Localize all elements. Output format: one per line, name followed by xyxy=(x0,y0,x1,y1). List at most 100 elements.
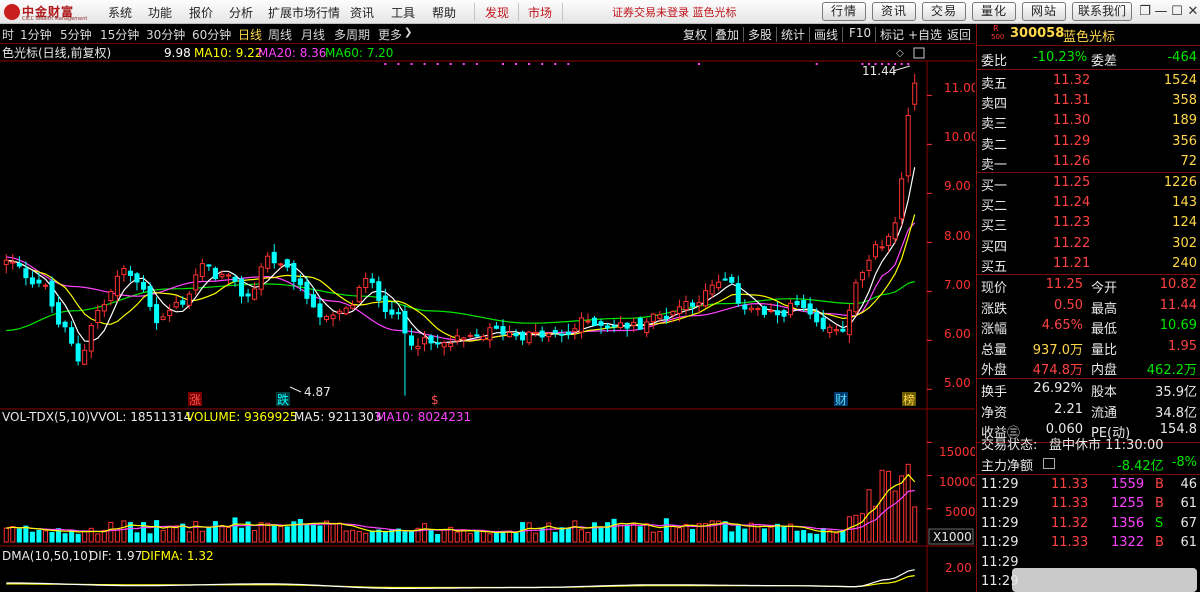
menu-help[interactable]: 帮助 xyxy=(432,4,456,21)
menu-discover[interactable]: 发现 xyxy=(485,4,509,21)
period-5min[interactable]: 5分钟 xyxy=(60,26,92,43)
ask-row[interactable]: 卖二 11.29 356 xyxy=(977,132,1200,153)
event-marker-rise[interactable]: 涨 xyxy=(189,392,201,407)
event-marker-fall[interactable]: 跌 xyxy=(277,392,289,407)
bid-row[interactable]: 买三 11.23 124 xyxy=(977,213,1200,234)
tool-stats[interactable]: 统计 xyxy=(781,26,805,43)
tick-time: 11:29 xyxy=(981,535,1019,551)
tool-back[interactable]: 返回 xyxy=(947,26,971,43)
tool-overlay[interactable]: 叠加 xyxy=(715,26,739,43)
bid-row[interactable]: 买二 11.24 143 xyxy=(977,193,1200,214)
volume-bar xyxy=(552,531,558,543)
tick-row[interactable]: 11:29 11.33 1559 B 46 xyxy=(977,475,1200,496)
signal-dot xyxy=(907,63,910,65)
stat-value: 4.65% xyxy=(1041,318,1083,333)
volume-bar xyxy=(121,520,127,543)
candle-body xyxy=(807,303,813,315)
bid-row[interactable]: 买四 11.22 302 xyxy=(977,234,1200,255)
news-button[interactable]: 资讯 xyxy=(872,2,916,21)
bid-row[interactable]: 买五 11.21 240 xyxy=(977,254,1200,275)
chevron-right-icon[interactable]: ❯ xyxy=(404,27,412,38)
ask-row[interactable]: 卖一 11.26 72 xyxy=(977,152,1200,173)
ask-row[interactable]: 卖五 11.32 1524 xyxy=(977,71,1200,92)
menu-news[interactable]: 资讯 xyxy=(350,4,374,21)
period-more[interactable]: 更多 xyxy=(378,26,402,43)
period-time[interactable]: 时 xyxy=(2,26,14,43)
tool-divider xyxy=(842,27,843,42)
menu-quote[interactable]: 报价 xyxy=(189,4,213,21)
tick-row[interactable]: 11:29 11.32 1356 S 67 xyxy=(977,514,1200,535)
ask-row[interactable]: 卖四 11.31 358 xyxy=(977,91,1200,112)
event-marker-dividend[interactable]: $ xyxy=(431,393,439,407)
event-marker-finance[interactable]: 财 xyxy=(835,393,847,407)
candle-body xyxy=(225,274,232,277)
candle-body xyxy=(160,316,166,320)
volume-bar xyxy=(62,533,68,543)
trade-button[interactable]: 交易 xyxy=(922,2,966,21)
flow-menu-icon[interactable] xyxy=(1043,458,1055,469)
ask-row[interactable]: 卖三 11.30 189 xyxy=(977,111,1200,132)
tool-divider xyxy=(776,27,777,42)
period-weekly[interactable]: 周线 xyxy=(268,26,292,43)
signal-dot xyxy=(567,63,570,65)
menu-market[interactable]: 市场 xyxy=(528,4,552,21)
bid-price: 11.22 xyxy=(1053,235,1091,251)
candle-body xyxy=(258,266,264,290)
stat-value: 10.82 xyxy=(1159,277,1197,292)
period-multi[interactable]: 多周期 xyxy=(334,26,370,43)
ma20-legend: MA20: 8.36 xyxy=(258,46,326,60)
fundamental-row[interactable]: 净资 2.21 流通 34.8亿 xyxy=(977,400,1200,421)
event-marker-list[interactable]: 榜 xyxy=(903,392,915,407)
bid-row[interactable]: 买一 11.25 1226 xyxy=(977,173,1200,194)
tool-add-watchlist[interactable]: +自选 xyxy=(908,26,942,43)
volume-bar xyxy=(833,532,839,543)
stat-row[interactable]: 涨跌 0.50 最高 11.44 xyxy=(977,296,1200,317)
candle-body xyxy=(513,332,519,337)
period-monthly[interactable]: 月线 xyxy=(301,26,325,43)
tick-price: 11.33 xyxy=(1051,477,1089,492)
ask-volume: 72 xyxy=(1180,153,1197,169)
volume-bar xyxy=(310,523,316,543)
stat-row[interactable]: 外盘 474.8万 内盘 462.2万 xyxy=(977,357,1200,378)
trade-login-notice[interactable]: 证券交易未登录 蓝色光标 xyxy=(612,4,737,20)
stat-row[interactable]: 总量 937.0万 量比 1.95 xyxy=(977,337,1200,358)
volume-bar xyxy=(271,525,277,543)
quant-button[interactable]: 量化 xyxy=(972,2,1016,21)
period-15min[interactable]: 15分钟 xyxy=(100,26,139,43)
stat-row[interactable]: 涨幅 4.65% 最低 10.69 xyxy=(977,316,1200,337)
candle-body xyxy=(689,302,696,307)
candle-body xyxy=(356,287,362,303)
fundamental-row[interactable]: 换手 26.92% 股本 35.9亿 xyxy=(977,379,1200,400)
menu-analysis[interactable]: 分析 xyxy=(229,4,253,21)
tick-row[interactable]: 11:29 11.33 1322 B 61 xyxy=(977,533,1200,554)
period-daily[interactable]: 日线 xyxy=(238,26,262,43)
volume-bar xyxy=(82,530,88,543)
bid-price: 11.25 xyxy=(1053,175,1091,190)
tick-row[interactable]: 11:29 11.33 1255 B 61 xyxy=(977,494,1200,515)
stat-row[interactable]: 现价 11.25 今开 10.82 xyxy=(977,275,1200,296)
period-60min[interactable]: 60分钟 xyxy=(192,26,231,43)
tool-f10[interactable]: F10 xyxy=(849,26,871,40)
panel-toggle-icon[interactable] xyxy=(913,47,925,59)
menu-extended-market[interactable]: 扩展市场行情 xyxy=(268,4,340,21)
menu-tools[interactable]: 工具 xyxy=(391,4,415,21)
candle-body xyxy=(624,322,630,329)
volume-bar xyxy=(572,520,578,543)
tool-adjust[interactable]: 复权 xyxy=(683,26,707,43)
website-button[interactable]: 网站 xyxy=(1022,2,1066,21)
tool-draw-line[interactable]: 画线 xyxy=(814,26,838,43)
main-flow-row[interactable]: 主力净额 -8.42亿 -8% xyxy=(977,453,1200,474)
tool-multi-stock[interactable]: 多股 xyxy=(748,26,772,43)
contact-us-button[interactable]: 联系我们 xyxy=(1072,2,1132,21)
quote-button[interactable]: 行情 xyxy=(822,2,866,21)
menu-system[interactable]: 系统 xyxy=(108,4,132,21)
kline-chart[interactable]: 色光标(日线,前复权) 9.98 MA10: 9.22 MA20: 8.36 M… xyxy=(0,44,975,592)
stock-name: 蓝色光标 xyxy=(1063,30,1116,45)
tool-mark[interactable]: 标记 xyxy=(880,26,904,43)
period-30min[interactable]: 30分钟 xyxy=(146,26,185,43)
collapse-icon[interactable]: ◇ xyxy=(896,48,904,59)
candle-body xyxy=(827,326,833,333)
period-1min[interactable]: 1分钟 xyxy=(20,26,52,43)
close-icon[interactable]: ✕ xyxy=(1182,3,1200,21)
menu-function[interactable]: 功能 xyxy=(148,4,172,21)
